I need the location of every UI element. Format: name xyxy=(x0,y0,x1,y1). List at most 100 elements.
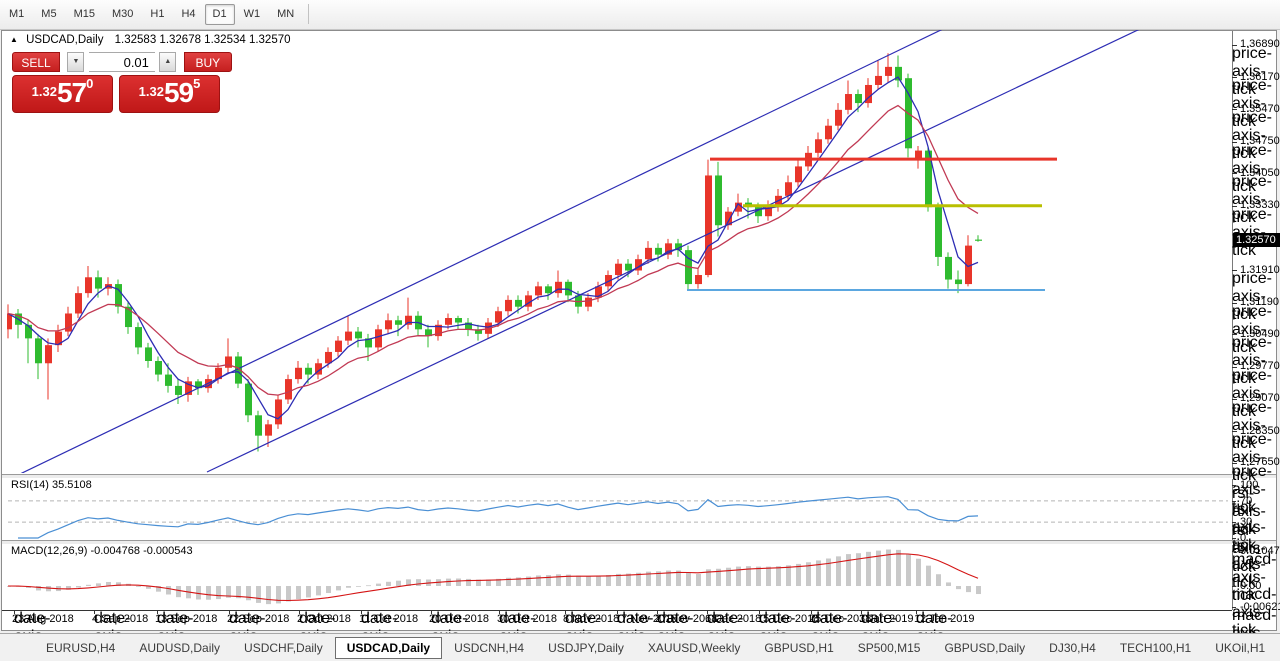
buy-price-button[interactable]: 1.32595 xyxy=(119,75,220,113)
macd-histogram-bar xyxy=(776,566,781,586)
candle-body xyxy=(355,332,362,339)
tab-GBPUSD-Daily[interactable]: GBPUSD,Daily xyxy=(932,638,1037,658)
rsi-chart-canvas[interactable] xyxy=(7,477,1233,540)
macd-histogram-bar xyxy=(346,586,351,588)
candle-body xyxy=(845,94,852,110)
tab-USDCAD-Daily[interactable]: USDCAD,Daily xyxy=(335,637,442,659)
candle-body xyxy=(385,320,392,329)
candle-body xyxy=(255,415,262,435)
timeframe-button-M1[interactable]: M1 xyxy=(1,4,32,25)
candle-body xyxy=(875,76,882,85)
macd-histogram-bar xyxy=(306,586,311,597)
timeframe-button-D1[interactable]: D1 xyxy=(205,4,235,25)
macd-histogram-bar xyxy=(756,567,761,586)
candle-body xyxy=(115,284,122,307)
macd-histogram-bar xyxy=(136,586,141,587)
macd-histogram-bar xyxy=(926,566,931,586)
macd-histogram-bar xyxy=(946,582,951,586)
timeframe-button-M15[interactable]: M15 xyxy=(66,4,103,25)
timeframe-button-W1[interactable]: W1 xyxy=(236,4,269,25)
macd-histogram-bar xyxy=(846,554,851,586)
macd-histogram-bar xyxy=(606,575,611,586)
tab-SP500-M15[interactable]: SP500,M15 xyxy=(846,638,933,658)
candle-body xyxy=(585,298,592,307)
macd-histogram-bar xyxy=(266,586,271,604)
volume-decrease-button[interactable]: ▼ xyxy=(67,52,84,72)
macd-histogram-bar xyxy=(416,579,421,586)
candle-body xyxy=(495,311,502,322)
macd-histogram-bar xyxy=(916,559,921,586)
macd-histogram-bar xyxy=(966,586,971,592)
macd-histogram-bar xyxy=(936,574,941,586)
tab-AUDUSD-Daily[interactable]: AUDUSD,Daily xyxy=(127,638,232,658)
tab-EURUSD-H4[interactable]: EURUSD,H4 xyxy=(34,638,127,658)
macd-histogram-bar xyxy=(396,581,401,586)
timeframe-button-MN[interactable]: MN xyxy=(269,4,302,25)
macd-histogram-bar xyxy=(956,586,961,589)
candle-body xyxy=(715,175,722,225)
macd-histogram-bar xyxy=(906,555,911,586)
candle-body xyxy=(645,248,652,259)
candle-body xyxy=(155,361,162,375)
candle-body xyxy=(795,166,802,182)
sell-button[interactable]: SELL xyxy=(12,52,60,72)
candle-body xyxy=(545,286,552,293)
buy-price-pip-digit: 5 xyxy=(193,76,200,91)
candle-body xyxy=(955,280,962,285)
timeframe-button-H4[interactable]: H4 xyxy=(173,4,203,25)
candle-body xyxy=(45,345,52,363)
candle-body xyxy=(555,282,562,293)
timeframe-button-H1[interactable]: H1 xyxy=(142,4,172,25)
macd-histogram-bar xyxy=(786,565,791,586)
sma-moving-average-line xyxy=(8,77,978,419)
tab-USDCNH-H4[interactable]: USDCNH,H4 xyxy=(442,638,536,658)
candle-body xyxy=(75,293,82,313)
candle-body xyxy=(325,352,332,363)
candle-body xyxy=(35,338,42,363)
timeframe-button-M30[interactable]: M30 xyxy=(104,4,141,25)
tab-USDCHF-Daily[interactable]: USDCHF,Daily xyxy=(232,638,335,658)
candle-body xyxy=(135,327,142,347)
candle-body xyxy=(395,320,402,325)
macd-histogram-bar xyxy=(326,586,331,593)
ema-moving-average-line xyxy=(8,106,978,396)
macd-histogram-bar xyxy=(176,586,181,597)
candle-body xyxy=(825,126,832,140)
macd-histogram-bar xyxy=(256,586,261,603)
macd-histogram-bar xyxy=(976,586,981,594)
candle-body xyxy=(935,207,942,257)
candle-body xyxy=(655,248,662,255)
macd-histogram-bar xyxy=(686,573,691,586)
tab-GBPUSD-H1[interactable]: GBPUSD,H1 xyxy=(752,638,845,658)
timeframe-button-M5[interactable]: M5 xyxy=(33,4,64,25)
macd-histogram-bar xyxy=(896,550,901,586)
macd-histogram-bar xyxy=(446,579,451,586)
macd-histogram-bar xyxy=(386,582,391,586)
macd-histogram-bar xyxy=(766,567,771,586)
tab-TECH100-H1[interactable]: TECH100,H1 xyxy=(1108,638,1203,658)
macd-histogram-bar xyxy=(376,584,381,586)
volume-input[interactable]: 0.01 xyxy=(89,52,155,72)
buy-price-big-digits: 59 xyxy=(164,77,193,108)
candle-body xyxy=(505,300,512,311)
macd-histogram-bar xyxy=(96,583,101,586)
candle-body xyxy=(335,341,342,352)
macd-histogram-bar xyxy=(556,574,561,586)
volume-increase-button[interactable]: ▲ xyxy=(159,52,176,72)
buy-button[interactable]: BUY xyxy=(184,52,232,72)
candle-body xyxy=(705,175,712,275)
candle-body xyxy=(445,318,452,325)
macd-histogram-bar xyxy=(316,586,321,595)
tab-XAUUSD-Weekly[interactable]: XAUUSD,Weekly xyxy=(636,638,752,658)
tab-USDJPY-Daily[interactable]: USDJPY,Daily xyxy=(536,638,636,658)
macd-histogram-bar xyxy=(76,586,81,588)
trendline xyxy=(207,30,1142,472)
candle-body xyxy=(945,257,952,280)
tab-UKOil-H1[interactable]: UKOil,H1 xyxy=(1203,638,1277,658)
candle-body xyxy=(375,329,382,347)
candle-body xyxy=(695,275,702,284)
candle-body xyxy=(175,386,182,395)
time-axis-line xyxy=(2,610,1232,611)
sell-price-button[interactable]: 1.32570 xyxy=(12,75,113,113)
tab-DJ30-H4[interactable]: DJ30,H4 xyxy=(1037,638,1108,658)
